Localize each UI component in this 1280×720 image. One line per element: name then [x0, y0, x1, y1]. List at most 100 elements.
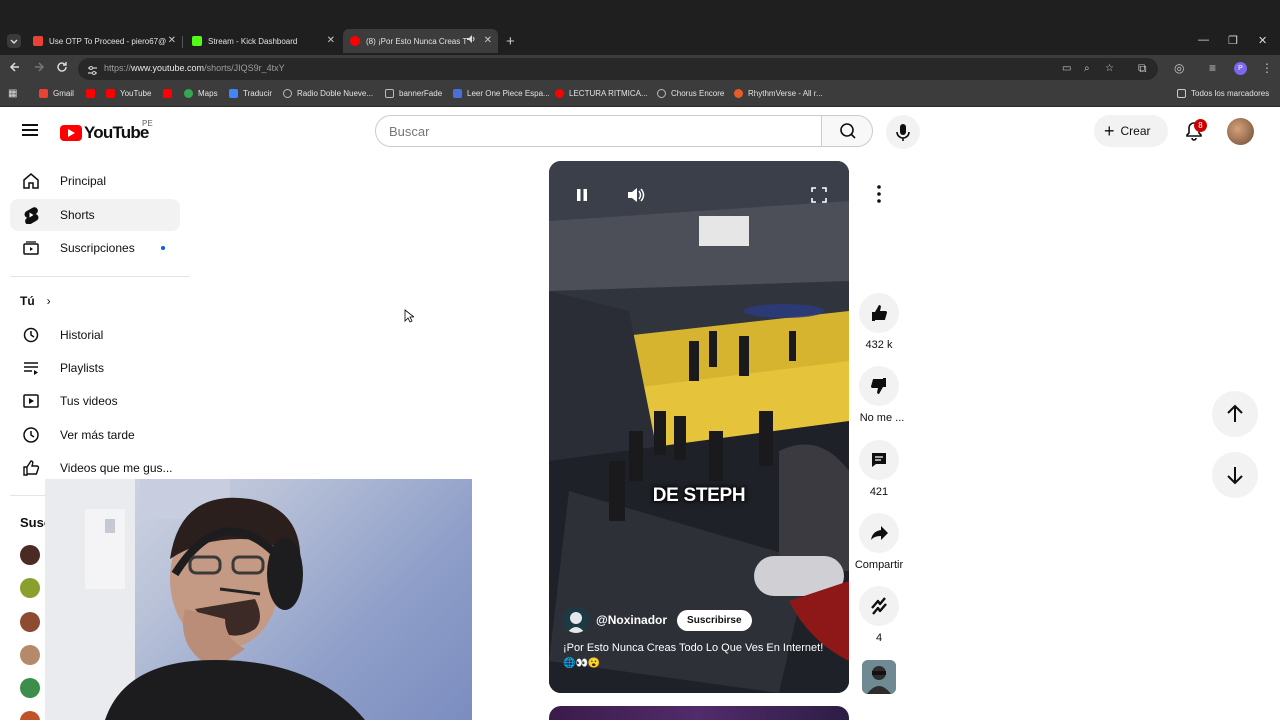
search-button[interactable] [821, 115, 873, 147]
cast-icon[interactable]: ▭ [1062, 63, 1071, 74]
bookmark-bannerfade[interactable]: bannerFade [385, 89, 442, 98]
channel-avatar[interactable] [563, 607, 589, 633]
create-button[interactable]: + Crear [1094, 115, 1168, 147]
all-bookmarks[interactable]: Todos los marcadores [1177, 89, 1269, 98]
mouse-cursor-icon [404, 309, 416, 328]
subscription-avatar[interactable] [20, 711, 40, 720]
pause-icon[interactable] [576, 188, 588, 207]
new-tab-icon[interactable]: + [506, 33, 515, 50]
bookmark-youtube-red-2[interactable] [163, 89, 177, 98]
forward-icon[interactable] [33, 61, 45, 76]
bookmark-youtube[interactable]: YouTube [106, 89, 151, 98]
extensions-icon[interactable]: ⧉ [1138, 61, 1147, 76]
bookmark-rhythmverse[interactable]: RhythmVerse - All r... [734, 89, 823, 98]
comments-button[interactable] [859, 440, 899, 480]
sidebar-you-heading[interactable]: Tú › [20, 294, 51, 308]
performance-icon[interactable]: ◎ [1174, 61, 1184, 75]
close-window-icon[interactable]: ✕ [1258, 34, 1267, 47]
channel-row: @Noxinador Suscribirse [563, 607, 752, 633]
next-short-preview[interactable] [549, 706, 849, 720]
bookmark-gmail[interactable]: Gmail [39, 89, 74, 98]
sidebar-item-your-videos[interactable]: Tus videos [10, 385, 180, 417]
reload-icon[interactable] [56, 61, 68, 76]
maps-icon [184, 89, 193, 98]
close-tab-icon[interactable]: ✕ [484, 35, 492, 46]
search-icon [840, 123, 856, 139]
fullscreen-icon[interactable] [811, 187, 827, 208]
sidebar-item-shorts[interactable]: Shorts [10, 199, 180, 231]
youtube-icon [163, 89, 172, 98]
kick-icon [192, 36, 202, 46]
account-avatar[interactable] [1227, 118, 1254, 145]
media-controls-icon[interactable]: ≡ [1209, 61, 1216, 75]
site-info-icon[interactable] [87, 63, 98, 81]
volume-icon[interactable] [627, 187, 645, 208]
share-button[interactable] [859, 513, 899, 553]
dislike-button[interactable] [859, 366, 899, 406]
video-caption-overlay: DE STEPH [652, 485, 746, 506]
close-tab-icon[interactable]: ✕ [327, 35, 335, 46]
back-icon[interactable] [9, 61, 21, 76]
close-tab-icon[interactable]: ✕ [168, 35, 176, 46]
next-short-button[interactable] [1212, 452, 1258, 498]
browser-tab-kick[interactable]: Stream - Kick Dashboard ✕ [192, 31, 335, 51]
shorts-player[interactable]: DE STEPH @Noxinador Suscribirse ¡Por Est… [549, 161, 849, 693]
remix-button[interactable] [859, 586, 899, 626]
minimize-icon[interactable]: — [1198, 34, 1209, 46]
book-icon [453, 89, 462, 98]
restore-icon[interactable]: ❐ [1228, 34, 1238, 47]
home-icon [23, 173, 39, 189]
like-button[interactable] [859, 293, 899, 333]
search-input[interactable] [376, 116, 821, 146]
comment-icon [872, 453, 886, 467]
subscription-avatar[interactable] [20, 678, 40, 698]
browser-tab-gmail[interactable]: Use OTP To Proceed - piero67@ ✕ [33, 31, 176, 51]
profile-icon[interactable]: P [1234, 62, 1247, 75]
share-arrow-icon [871, 526, 888, 540]
sidebar-item-label: Suscripciones [60, 241, 135, 255]
sidebar-item-playlists[interactable]: Playlists [10, 352, 180, 384]
bookmark-maps[interactable]: Maps [184, 89, 218, 98]
bookmark-star-icon[interactable]: ☆ [1105, 63, 1114, 74]
youtube-icon [555, 89, 564, 98]
bookmark-chorus[interactable]: Chorus Encore [657, 89, 724, 98]
sidebar-item-subscriptions[interactable]: Suscripciones [10, 232, 180, 264]
previous-short-button[interactable] [1212, 391, 1258, 437]
search-box[interactable] [375, 115, 822, 147]
new-content-dot [161, 246, 165, 250]
browser-toolbar: https://www.youtube.com/shorts/JIQS9r_4t… [0, 55, 1280, 83]
subscription-avatar[interactable] [20, 545, 40, 565]
subscription-avatar[interactable] [20, 612, 40, 632]
channel-name[interactable]: @Noxinador [596, 613, 667, 627]
bookmark-youtube-red[interactable] [86, 89, 100, 98]
you-heading-label: Tú [20, 294, 35, 308]
subscription-avatar[interactable] [20, 578, 40, 598]
menu-dots-icon[interactable]: ⋮ [1261, 61, 1273, 75]
youtube-logo[interactable]: YouTube PE [60, 119, 153, 143]
clock-icon [23, 427, 39, 443]
tab-audio-icon[interactable] [466, 34, 476, 46]
like-count: 432 k [865, 339, 893, 351]
voice-search-button[interactable] [886, 115, 920, 149]
tab-title: (8) ¡Por Esto Nunca Creas T [366, 36, 468, 46]
video-title[interactable]: ¡Por Esto Nunca Creas Todo Lo Que Ves En… [563, 642, 843, 654]
subscription-avatar[interactable] [20, 645, 40, 665]
address-bar[interactable]: https://www.youtube.com/shorts/JIQS9r_4t… [78, 58, 1158, 80]
bookmark-one-piece[interactable]: Leer One Piece Espa... [453, 89, 550, 98]
more-options-button[interactable] [859, 174, 899, 214]
bookmark-radio[interactable]: Radio Doble Nueve... [283, 89, 373, 98]
sound-thumbnail[interactable] [862, 660, 896, 694]
subscribe-button[interactable]: Suscribirse [677, 609, 752, 631]
bookmark-traducir[interactable]: Traducir [229, 89, 272, 98]
apps-icon[interactable]: ▦ [8, 88, 17, 99]
sidebar-item-history[interactable]: Historial [10, 319, 180, 351]
menu-icon[interactable] [22, 124, 38, 136]
sidebar-item-watch-later[interactable]: Ver más tarde [10, 419, 180, 451]
zoom-icon[interactable]: ⌕ [1084, 63, 1090, 74]
sidebar-divider [10, 276, 190, 277]
bookmark-lectura[interactable]: LECTURA RITMICA... [555, 89, 648, 98]
tab-search-icon[interactable] [7, 34, 21, 48]
sidebar-item-home[interactable]: Principal [10, 165, 180, 197]
tab-title: Use OTP To Proceed - piero67@ [49, 36, 167, 46]
browser-tab-youtube[interactable]: (8) ¡Por Esto Nunca Creas T ✕ [343, 29, 498, 53]
